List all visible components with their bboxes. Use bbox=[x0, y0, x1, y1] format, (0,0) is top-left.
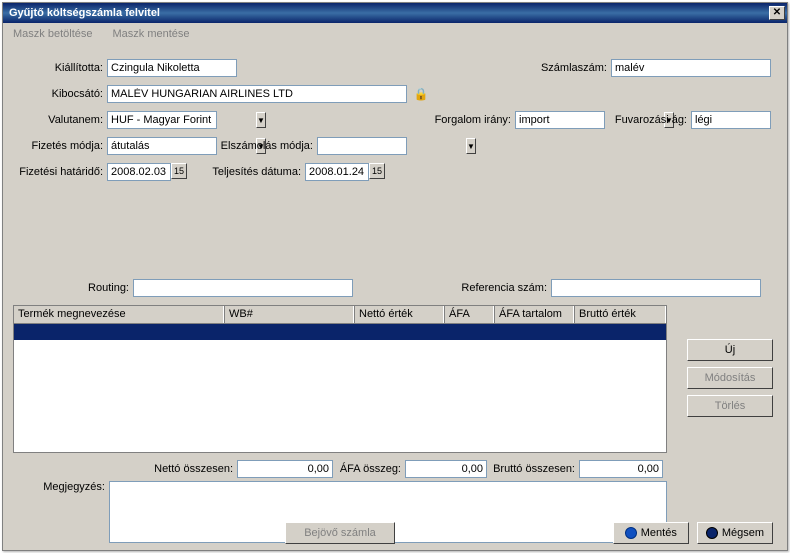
col-afa-tartalom[interactable]: ÁFA tartalom bbox=[494, 306, 574, 323]
calendar-icon[interactable]: 15 bbox=[171, 163, 187, 179]
btn-megsem[interactable]: Mégsem bbox=[697, 522, 773, 544]
btn-uj[interactable]: Új bbox=[687, 339, 773, 361]
btn-megsem-label: Mégsem bbox=[722, 527, 764, 539]
label-netto-osszesen: Nettó összesen: bbox=[147, 463, 237, 475]
col-wb[interactable]: WB# bbox=[224, 306, 354, 323]
col-netto[interactable]: Nettó érték bbox=[354, 306, 444, 323]
window: Gyűjtő költségszámla felvitel ✕ Maszk be… bbox=[2, 2, 788, 551]
combo-forgalom-irany[interactable]: ▼ bbox=[515, 111, 605, 129]
menu-load-mask[interactable]: Maszk betöltése bbox=[13, 28, 92, 40]
field-referencia-szam[interactable] bbox=[551, 279, 761, 297]
menu-save-mask[interactable]: Maszk mentése bbox=[112, 28, 189, 40]
totals-row: Nettó összesen: ÁFA összeg: Bruttó össze… bbox=[13, 458, 667, 480]
grid[interactable]: Termék megnevezése WB# Nettó érték ÁFA Á… bbox=[13, 305, 667, 453]
col-afa[interactable]: ÁFA bbox=[444, 306, 494, 323]
lock-icon: 🔒 bbox=[413, 86, 429, 102]
label-fuvarozasi-ag: Fuvarozási ág: bbox=[605, 114, 691, 126]
field-szamlaszam[interactable] bbox=[611, 59, 771, 77]
label-teljesites-datuma: Teljesítés dátuma: bbox=[187, 166, 305, 178]
close-button[interactable]: ✕ bbox=[769, 6, 785, 20]
field-netto-osszesen bbox=[237, 460, 333, 478]
field-valutanem[interactable] bbox=[108, 112, 256, 128]
col-termek[interactable]: Termék megnevezése bbox=[14, 306, 224, 323]
label-forgalom-irany: Forgalom irány: bbox=[425, 114, 515, 126]
label-referencia-szam: Referencia szám: bbox=[451, 282, 551, 294]
label-kiallitotta: Kiállította: bbox=[19, 62, 107, 74]
label-fizetes-modja: Fizetés módja: bbox=[19, 140, 107, 152]
field-fizetesi-hatarido[interactable] bbox=[107, 163, 171, 181]
label-routing: Routing: bbox=[19, 282, 133, 294]
label-afa-osszeg: ÁFA összeg: bbox=[333, 463, 405, 475]
titlebar: Gyűjtő költségszámla felvitel ✕ bbox=[3, 3, 787, 23]
window-title: Gyűjtő költségszámla felvitel bbox=[9, 7, 769, 19]
combo-fuvarozasi-ag[interactable]: ▼ bbox=[691, 111, 771, 129]
field-teljesites-datuma[interactable] bbox=[305, 163, 369, 181]
field-routing[interactable] bbox=[133, 279, 353, 297]
label-elszamolas-modja: Elszámolás módja: bbox=[217, 140, 317, 152]
btn-torles: Törlés bbox=[687, 395, 773, 417]
close-icon: ✕ bbox=[773, 8, 781, 18]
label-szamlaszam: Számlaszám: bbox=[521, 62, 611, 74]
combo-fizetes-modja[interactable]: ▼ bbox=[107, 137, 217, 155]
field-brutto-osszesen bbox=[579, 460, 663, 478]
col-brutto[interactable]: Bruttó érték bbox=[574, 306, 666, 323]
btn-bejovo-szamla: Bejövő számla bbox=[285, 522, 395, 544]
check-icon bbox=[625, 527, 637, 539]
side-buttons: Új Módosítás Törlés bbox=[687, 339, 773, 417]
date-fizetesi-hatarido[interactable]: 15 bbox=[107, 163, 187, 181]
field-fuvarozasi-ag[interactable] bbox=[692, 112, 790, 128]
date-teljesites-datuma[interactable]: 15 bbox=[305, 163, 385, 181]
menubar: Maszk betöltése Maszk mentése bbox=[3, 23, 787, 45]
chevron-down-icon[interactable]: ▼ bbox=[466, 138, 476, 154]
bottom-bar: Bejövő számla Mentés Mégsem bbox=[3, 516, 787, 550]
field-kibocsato[interactable] bbox=[107, 85, 407, 103]
label-kibocsato: Kibocsátó: bbox=[19, 88, 107, 100]
btn-mentes-label: Mentés bbox=[641, 527, 677, 539]
label-brutto-osszesen: Bruttó összesen: bbox=[487, 463, 579, 475]
grid-header: Termék megnevezése WB# Nettó érték ÁFA Á… bbox=[14, 306, 666, 324]
combo-valutanem[interactable]: ▼ bbox=[107, 111, 217, 129]
label-valutanem: Valutanem: bbox=[19, 114, 107, 126]
calendar-icon[interactable]: 15 bbox=[369, 163, 385, 179]
cancel-icon bbox=[706, 527, 718, 539]
chevron-down-icon[interactable]: ▼ bbox=[256, 112, 266, 128]
btn-modositas: Módosítás bbox=[687, 367, 773, 389]
content: Kiállította: Számlaszám: Kibocsátó: 🔒 Va… bbox=[3, 45, 787, 550]
grid-row-selected[interactable] bbox=[14, 324, 666, 340]
grid-body[interactable] bbox=[14, 324, 666, 452]
field-afa-osszeg bbox=[405, 460, 487, 478]
combo-elszamolas-modja[interactable]: ▼ bbox=[317, 137, 407, 155]
field-kiallitotta bbox=[107, 59, 237, 77]
btn-mentes[interactable]: Mentés bbox=[613, 522, 689, 544]
field-elszamolas-modja[interactable] bbox=[318, 138, 466, 154]
label-fizetesi-hatarido: Fizetési határidő: bbox=[19, 166, 107, 178]
